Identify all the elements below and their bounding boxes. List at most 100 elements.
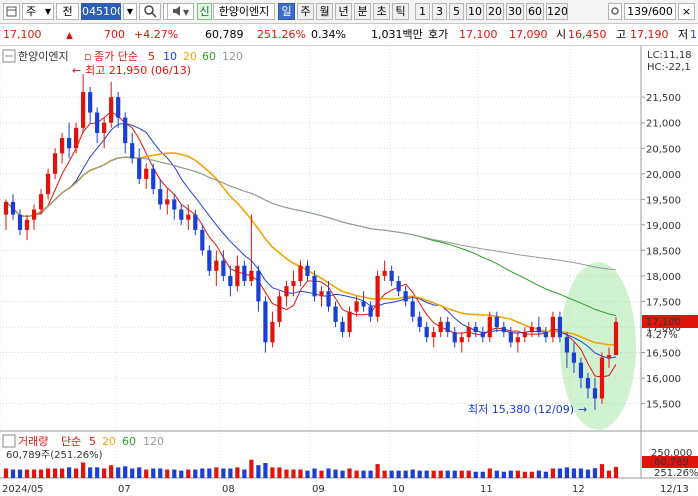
high-price: 17,190 [630, 28, 669, 41]
volume-bar [123, 466, 128, 478]
volume-bar [480, 471, 485, 478]
volume-bar [137, 467, 142, 478]
candle-body [24, 219, 30, 230]
tab-period-2[interactable]: 월 [316, 3, 333, 20]
chevron-down-icon: ▼ [44, 7, 51, 16]
volume-bar [193, 469, 198, 478]
tab-interval-20[interactable]: 20 [486, 3, 504, 20]
volume-legend-toggle-icon[interactable] [2, 434, 16, 448]
volume-bar [270, 467, 275, 478]
tab-interval-60[interactable]: 60 [526, 3, 544, 20]
tab-period-6[interactable]: 틱 [392, 3, 409, 20]
tab-period-1[interactable]: 주 [297, 3, 314, 20]
volume-bar [67, 467, 72, 478]
candle-body [389, 270, 394, 282]
candle-body [81, 92, 86, 128]
candle-body [45, 173, 51, 195]
chevron-down-icon[interactable]: ▼ [123, 3, 137, 20]
volume-bar [613, 466, 619, 478]
stock-name[interactable]: 한양이엔지 [213, 3, 275, 20]
gear-icon [611, 7, 619, 15]
settings-button[interactable] [608, 3, 622, 20]
candle-body [270, 321, 275, 343]
volume-bar [228, 468, 233, 478]
candle-body [501, 326, 506, 333]
lc-label: LC:11,18 [647, 50, 692, 61]
volume-bar [438, 470, 443, 478]
volume-bar [151, 468, 156, 478]
candle-body [368, 306, 373, 317]
chart-counter[interactable]: 139/600 [624, 3, 676, 20]
candle-body [221, 260, 226, 276]
volume-bar [368, 470, 373, 478]
tab-period-0[interactable]: 일 [278, 3, 295, 20]
tab-interval-120[interactable]: 120 [546, 3, 568, 20]
volume-current-label: 60,789 [654, 457, 689, 468]
speaker-button[interactable]: ▼ [167, 3, 194, 20]
volume-bar [361, 470, 366, 478]
volume-legend-ma-60[interactable]: 60 [122, 435, 136, 448]
volume-bar [3, 468, 9, 478]
tab-interval-3[interactable]: 3 [432, 3, 447, 20]
close-button[interactable]: × [678, 3, 695, 20]
legend-ma-120[interactable]: 120 [222, 50, 243, 63]
candle-body [473, 326, 478, 333]
candle-body [74, 127, 79, 149]
candle-body [431, 332, 436, 338]
low-label: 저 [678, 28, 689, 41]
stock-code-input[interactable]: 045100 [81, 3, 121, 20]
toolbar: 주 ▼ 전 045100 ▼ ▼ 신 한양이엔지 139/600 × 일주월년분초… [0, 0, 698, 24]
candle-body [88, 92, 93, 113]
volume-legend-ma-5[interactable]: 5 [89, 435, 96, 448]
candle-body [564, 337, 570, 353]
candle-body [312, 275, 317, 297]
volume-bar [235, 467, 240, 478]
legend-ma-60[interactable]: 60 [202, 50, 216, 63]
market-select[interactable]: 주 ▼ [22, 3, 54, 20]
tab-interval-1[interactable]: 1 [415, 3, 430, 20]
candle-body [592, 388, 598, 399]
price-tick-label: 21,500 [646, 93, 681, 104]
volume-bar [396, 470, 401, 478]
candle-body [466, 326, 471, 338]
time-tick-label: 10 [392, 484, 405, 495]
legend-ma-20[interactable]: 20 [183, 50, 197, 63]
tab-period-4[interactable]: 분 [354, 3, 371, 20]
market-option[interactable]: 전 [56, 3, 79, 20]
candle-body [228, 275, 233, 287]
speaker-icon: ▼ [172, 6, 190, 17]
candle-body [10, 201, 16, 215]
legend-stock-name: 한양이엔지 [18, 50, 69, 63]
volume-legend-ma-20[interactable]: 20 [102, 435, 116, 448]
volume-bar [452, 470, 457, 478]
legend-ma-5[interactable]: 5 [148, 50, 155, 63]
stock-chart[interactable]: 21,500 21,000 20,500 20,000 19,500 19,000 18,5… [0, 46, 698, 496]
tab-period-3[interactable]: 년 [335, 3, 352, 20]
candle-body [59, 138, 65, 154]
low-annotation: 최저 15,380 (12/09) [468, 403, 574, 416]
window-icon[interactable] [3, 3, 20, 20]
candle-body [207, 250, 212, 271]
price-tick-label: 16,500 [646, 349, 681, 360]
candle-body [487, 316, 492, 338]
candle-body [578, 362, 584, 379]
volume-bar [354, 470, 359, 478]
tab-interval-10[interactable]: 10 [466, 3, 484, 20]
volume-legend-label: 거래량 [18, 435, 48, 448]
search-button[interactable] [139, 3, 161, 20]
legend-ma-10[interactable]: 10 [163, 50, 177, 63]
tab-period-5[interactable]: 초 [373, 3, 390, 20]
tab-interval-30[interactable]: 30 [506, 3, 524, 20]
tab-interval-5[interactable]: 5 [449, 3, 464, 20]
candle-body [298, 265, 303, 282]
volume-legend-ma-120[interactable]: 120 [143, 435, 164, 448]
candle-body [67, 138, 72, 149]
candle-body [200, 229, 205, 251]
volume-bar [487, 468, 492, 478]
candle-body [599, 357, 605, 399]
candle-body [515, 337, 520, 343]
volume-bar [515, 470, 520, 478]
candle-body [424, 326, 429, 338]
open-label: 시 [556, 28, 567, 41]
ask-price: 17,100 [459, 28, 498, 41]
